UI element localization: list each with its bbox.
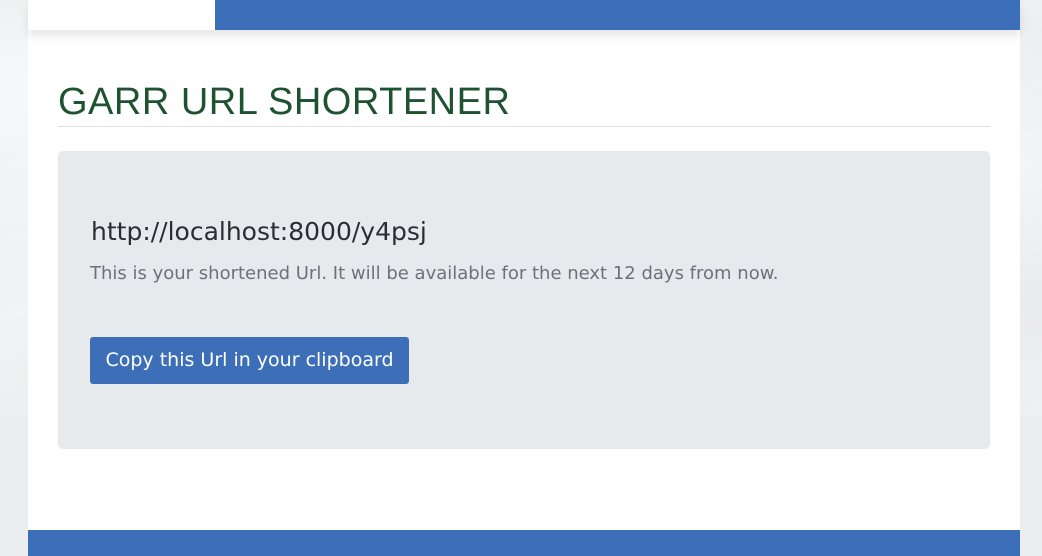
top-header-bar xyxy=(28,0,1020,30)
shortened-url-description: This is your shortened Url. It will be a… xyxy=(90,263,779,284)
page-title: GARR URL SHORTENER xyxy=(58,80,990,127)
result-panel: http://localhost:8000/y4psj This is your… xyxy=(58,151,990,449)
copy-url-button[interactable]: Copy this Url in your clipboard xyxy=(90,337,409,384)
footer-bar xyxy=(28,530,1020,556)
header-nav-bar xyxy=(215,0,1020,30)
header-logo-area xyxy=(28,0,215,30)
shortened-url[interactable]: http://localhost:8000/y4psj xyxy=(91,217,427,246)
